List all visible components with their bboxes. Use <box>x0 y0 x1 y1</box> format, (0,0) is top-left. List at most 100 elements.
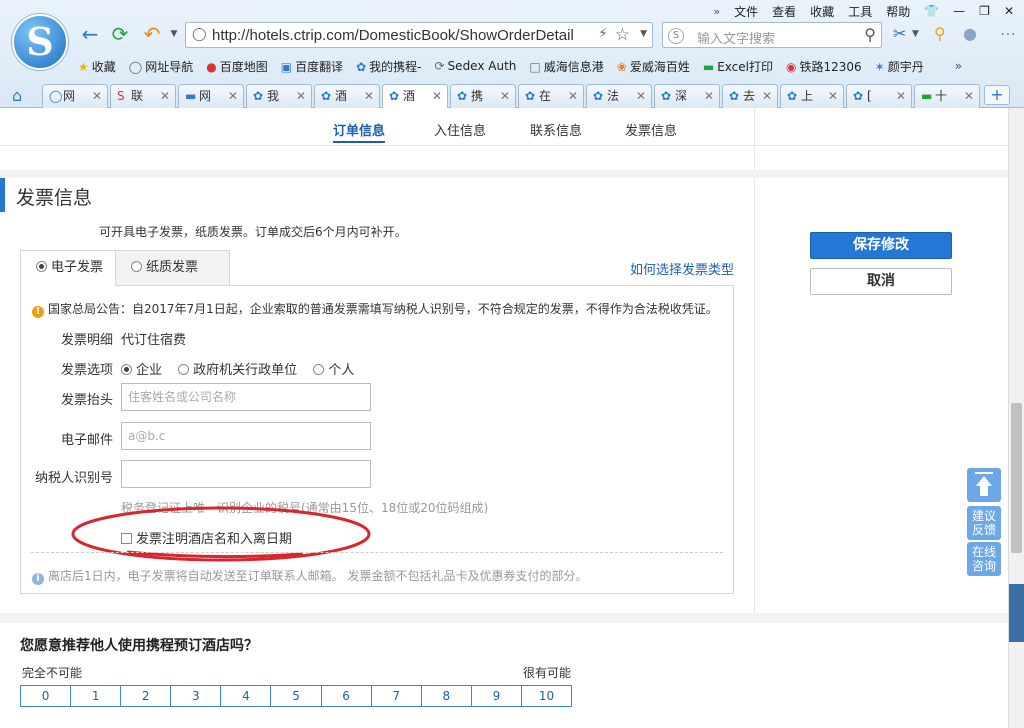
score-option[interactable]: 9 <box>470 686 521 706</box>
tab-paper-invoice[interactable]: 纸质发票 <box>116 250 230 286</box>
hotel-date-checkbox[interactable] <box>121 533 132 544</box>
minimize-icon[interactable]: — <box>953 4 965 18</box>
menu-item-favorites[interactable]: 收藏 <box>810 3 834 20</box>
score-option[interactable]: 1 <box>70 686 121 706</box>
skin-icon[interactable]: 👕 <box>924 4 939 18</box>
option-enterprise[interactable]: 企业 <box>121 359 162 378</box>
scissors-icon[interactable]: ✂ <box>893 24 906 44</box>
save-button[interactable]: 保存修改 <box>810 232 952 259</box>
browser-tab[interactable]: ▬ 网 ✕ <box>178 84 244 108</box>
browser-tab[interactable]: ✿ 去 ✕ <box>722 84 778 108</box>
close-window-icon[interactable]: ✕ <box>1004 4 1014 18</box>
undo-dropdown-icon[interactable]: ▼ <box>162 22 186 46</box>
bookmark-item[interactable]: ★ 收藏 <box>78 58 116 75</box>
close-tab-icon[interactable]: ✕ <box>896 85 906 107</box>
lightning-icon[interactable]: ⚡ <box>598 26 608 42</box>
restore-icon[interactable]: ❐ <box>979 4 990 18</box>
radio-personal[interactable] <box>313 364 325 375</box>
close-tab-icon[interactable]: ✕ <box>160 85 170 107</box>
score-option[interactable]: 2 <box>120 686 171 706</box>
score-option[interactable]: 8 <box>420 686 471 706</box>
menu-item-help[interactable]: 帮助 <box>886 3 910 20</box>
browser-tab[interactable]: ✿ 我 ✕ <box>246 84 312 108</box>
radio-electronic[interactable] <box>36 261 47 272</box>
address-bar[interactable]: ◯ http://hotels.ctrip.com/DomesticBook/S… <box>185 22 653 48</box>
new-tab-button[interactable]: + <box>984 85 1010 105</box>
menu-item-view[interactable]: 查看 <box>772 3 796 20</box>
bookmarks-more-icon[interactable]: » <box>955 59 962 73</box>
browser-tab[interactable]: ✿ 上 ✕ <box>780 84 844 108</box>
radio-paper[interactable] <box>131 261 142 272</box>
menu-item-tools[interactable]: 工具 <box>848 3 872 20</box>
browser-tab-active[interactable]: ✿ 酒 ✕ <box>382 84 448 109</box>
radio-enterprise[interactable] <box>121 364 132 375</box>
more-icon[interactable]: » <box>713 5 720 18</box>
search-engine-icon[interactable]: S <box>668 28 684 44</box>
option-personal[interactable]: 个人 <box>313 359 354 378</box>
email-input[interactable]: a@b.c <box>121 422 371 450</box>
feedback-button[interactable]: 建议 反馈 <box>967 506 1001 540</box>
close-tab-icon[interactable]: ✕ <box>92 85 102 107</box>
taxid-input[interactable] <box>121 460 371 488</box>
close-tab-icon[interactable]: ✕ <box>636 85 646 107</box>
more-tools-icon[interactable]: ⋯ <box>1000 24 1016 44</box>
score-option[interactable]: 0 <box>21 686 71 706</box>
bookmark-item[interactable]: ◯ 网址导航 <box>129 58 193 75</box>
browser-tab[interactable]: ◯网 ✕ <box>42 84 108 108</box>
browser-tab[interactable]: ✿ 酒 ✕ <box>314 84 380 108</box>
close-tab-icon[interactable]: ✕ <box>568 85 578 107</box>
scissors-dropdown-icon[interactable]: ▼ <box>912 24 919 44</box>
invoice-title-input[interactable]: 住客姓名或公司名称 <box>121 383 371 411</box>
invoice-type-help-link[interactable]: 如何选择发票类型 <box>630 259 734 278</box>
search-icon[interactable]: ⚲ <box>864 25 876 44</box>
close-tab-icon[interactable]: ✕ <box>828 85 838 107</box>
order-nav-checkin-info[interactable]: 入住信息 <box>434 120 486 139</box>
vertical-scrollbar[interactable] <box>1008 108 1024 728</box>
address-url[interactable]: http://hotels.ctrip.com/DomesticBook/Sho… <box>212 27 574 44</box>
score-option[interactable]: 6 <box>320 686 371 706</box>
side-tool-strip[interactable] <box>1009 584 1024 642</box>
scrollbar-thumb[interactable] <box>1011 403 1022 553</box>
order-nav-order-info[interactable]: 订单信息 <box>333 120 386 143</box>
bookmark-item[interactable]: ▬ Excel打印 <box>703 58 773 75</box>
bookmark-item[interactable]: ❀ 爱威海百姓 <box>617 58 690 75</box>
score-option[interactable]: 3 <box>170 686 221 706</box>
close-tab-icon[interactable]: ✕ <box>762 85 772 107</box>
close-tab-icon[interactable]: ✕ <box>432 85 442 107</box>
menu-item-file[interactable]: 文件 <box>734 3 758 20</box>
score-option[interactable]: 10 <box>520 686 572 706</box>
settings-icon[interactable]: ● <box>963 24 977 44</box>
browser-tab[interactable]: ✿ 携 ✕ <box>450 84 516 108</box>
browser-tab[interactable]: ✿ 在 ✕ <box>518 84 584 108</box>
bookmark-item[interactable]: ● 百度地图 <box>206 58 268 75</box>
bookmark-item[interactable]: ⟳ Sedex Auth <box>435 59 517 73</box>
browser-tab[interactable]: S 联 ✕ <box>110 84 176 108</box>
close-tab-icon[interactable]: ✕ <box>704 85 714 107</box>
bookmark-item[interactable]: ✶ 颜宇丹 <box>875 58 924 75</box>
close-tab-icon[interactable]: ✕ <box>364 85 374 107</box>
tab-electronic-invoice[interactable]: 电子发票 <box>20 250 116 286</box>
close-tab-icon[interactable]: ✕ <box>964 85 974 107</box>
browser-tab[interactable]: ✿ 法 ✕ <box>586 84 652 108</box>
address-dropdown-icon[interactable]: ▼ <box>640 29 647 39</box>
refresh-icon[interactable]: ⟳ <box>108 22 132 46</box>
close-tab-icon[interactable]: ✕ <box>500 85 510 107</box>
back-to-top-button[interactable] <box>967 468 1001 502</box>
browser-tab[interactable]: ✿[✕ <box>846 84 912 108</box>
cancel-button[interactable]: 取消 <box>810 268 952 295</box>
score-option[interactable]: 4 <box>220 686 271 706</box>
score-option[interactable]: 7 <box>370 686 421 706</box>
undo-icon[interactable]: ↶ <box>140 22 164 46</box>
close-tab-icon[interactable]: ✕ <box>228 85 238 107</box>
browser-tab[interactable]: ▬ 十 ✕ <box>914 84 980 108</box>
browser-tab[interactable]: ✿ 深 ✕ <box>654 84 720 108</box>
search-box[interactable]: S 输入文字搜索 ⚲ <box>662 22 882 48</box>
hotel-date-checkbox-row[interactable]: 发票注明酒店名和入离日期 <box>121 528 292 547</box>
order-nav-contact-info[interactable]: 联系信息 <box>530 120 582 139</box>
key-icon[interactable]: ⚲ <box>934 24 946 44</box>
star-icon[interactable]: ☆ <box>615 25 630 45</box>
bookmark-item[interactable]: ▣ 百度翻译 <box>281 58 343 75</box>
order-nav-invoice-info[interactable]: 发票信息 <box>625 120 677 139</box>
close-tab-icon[interactable]: ✕ <box>296 85 306 107</box>
bookmark-item[interactable]: ◉ 铁路12306 <box>786 58 862 75</box>
